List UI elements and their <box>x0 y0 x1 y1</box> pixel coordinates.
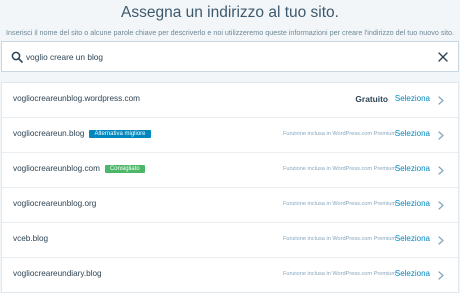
search-box <box>1 41 459 72</box>
select-domain-button[interactable]: Seleziona <box>395 129 430 138</box>
domain-row[interactable]: vogliocreareunblog.org Funzione inclusa i… <box>2 188 458 223</box>
domain-name-text: vogliocreareunblog.org <box>13 199 97 208</box>
page-subtitle: Inserisci il nome del sito o alcune paro… <box>5 28 455 37</box>
domain-name-text: vogliocreareundiary.blog <box>13 269 102 278</box>
premium-note: Funzione inclusa in WordPress.com Premiu… <box>282 236 396 242</box>
domain-name: vogliocreareun.blog Alternativa migliore <box>13 129 151 138</box>
domain-name-text: vceb.blog <box>13 234 49 243</box>
premium-note: Funzione inclusa in WordPress.com Premiu… <box>282 131 396 137</box>
domain-row[interactable]: vogliocreareunblog.wordpress.com Gratuito… <box>2 83 458 118</box>
domain-name-text: vogliocreareunblog.com <box>13 164 100 173</box>
domain-name: vogliocreareunblog.wordpress.com <box>13 94 140 103</box>
domain-name: vogliocreareundiary.blog <box>13 269 102 278</box>
chevron-right-icon[interactable] <box>438 131 444 140</box>
chevron-right-icon[interactable] <box>438 166 444 175</box>
chevron-right-icon[interactable] <box>438 236 444 245</box>
select-domain-button[interactable]: Seleziona <box>395 94 430 103</box>
select-domain-button[interactable]: Seleziona <box>395 269 430 278</box>
select-domain-button[interactable]: Seleziona <box>395 199 430 208</box>
domain-name: vogliocreareunblog.org <box>13 199 96 208</box>
domain-row[interactable]: vogliocreareundiary.blog Funzione inclusa… <box>2 258 458 292</box>
premium-note: Funzione inclusa in WordPress.com Premiu… <box>282 271 396 277</box>
premium-note: Funzione inclusa in WordPress.com Premiu… <box>282 166 396 172</box>
chevron-right-icon[interactable] <box>438 201 444 210</box>
badge-best-alternative: Alternativa migliore <box>89 130 151 138</box>
domain-name: vceb.blog <box>13 234 48 243</box>
premium-note: Funzione inclusa in WordPress.com Premiu… <box>282 201 396 207</box>
close-icon[interactable] <box>438 52 448 62</box>
chevron-right-icon[interactable] <box>438 96 444 105</box>
domain-row[interactable]: vogliocreareun.blog Alternativa migliore F… <box>2 118 458 153</box>
search-input[interactable] <box>26 49 426 65</box>
domain-name: vogliocreareunblog.com Consigliato <box>13 164 145 173</box>
page-title: Assegna un indirizzo al tuo sito. <box>121 4 339 21</box>
domain-name-text: vogliocreareun.blog <box>13 129 85 138</box>
domain-suggestions-list: vogliocreareunblog.wordpress.com Gratuito… <box>1 82 459 293</box>
chevron-right-icon[interactable] <box>438 271 444 280</box>
badge-recommended: Consigliato <box>104 165 145 173</box>
domain-row[interactable]: vceb.blog Funzione inclusa in WordPress.c… <box>2 223 458 258</box>
select-domain-button[interactable]: Seleziona <box>395 234 430 243</box>
domain-price: Gratuito <box>355 94 388 104</box>
domain-row[interactable]: vogliocreareunblog.com Consigliato Funzion… <box>2 153 458 188</box>
domain-name-text: vogliocreareunblog.wordpress.com <box>13 94 140 103</box>
select-domain-button[interactable]: Seleziona <box>395 164 430 173</box>
search-icon <box>11 51 23 63</box>
